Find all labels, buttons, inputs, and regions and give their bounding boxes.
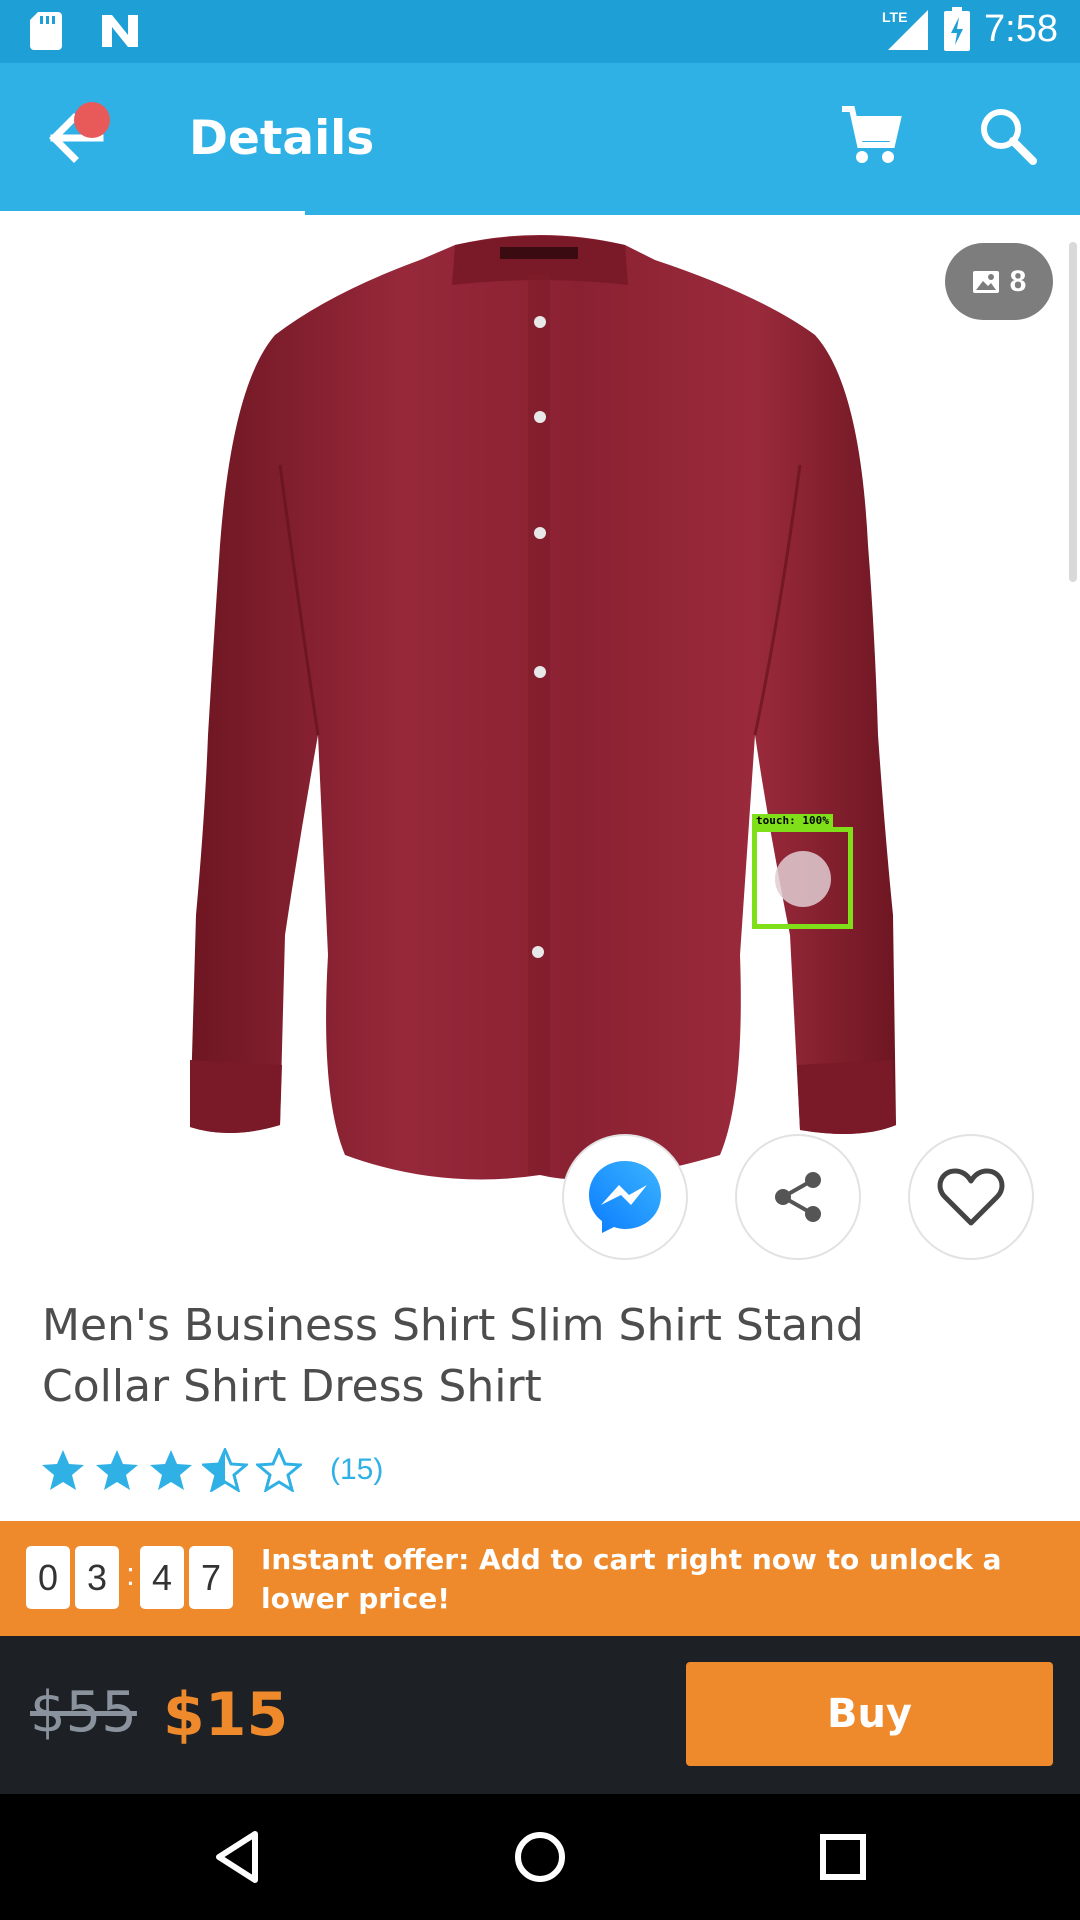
star-full-icon — [96, 1450, 138, 1490]
share-button[interactable] — [735, 1134, 861, 1260]
share-icon — [775, 1172, 821, 1222]
search-icon[interactable] — [975, 103, 1041, 169]
timer-digit: 0 — [26, 1546, 70, 1609]
product-image[interactable] — [0, 215, 1080, 1185]
image-count-badge[interactable]: 8 — [945, 243, 1053, 320]
product-title: Men's Business Shirt Slim Shirt Stand Co… — [42, 1300, 864, 1412]
heart-icon — [937, 1168, 1005, 1226]
timer-separator: : — [126, 1556, 135, 1592]
home-circle-icon[interactable] — [507, 1824, 573, 1890]
system-nav-bar — [0, 1794, 1080, 1920]
sd-card-icon — [30, 12, 62, 50]
timer-digit: 3 — [75, 1546, 119, 1609]
star-half-icon — [202, 1448, 248, 1492]
star-empty-icon — [256, 1448, 302, 1492]
messenger-button[interactable] — [562, 1134, 688, 1260]
wishlist-button[interactable] — [908, 1134, 1034, 1260]
image-count: 8 — [1009, 264, 1027, 298]
touch-indicator-dot — [775, 851, 831, 907]
image-icon — [972, 270, 999, 293]
shopping-cart-icon[interactable] — [838, 103, 904, 169]
notification-dot — [74, 102, 110, 138]
n-app-icon — [102, 15, 138, 47]
buy-button[interactable]: Buy — [686, 1662, 1053, 1766]
clock: 7:58 — [984, 7, 1058, 50]
timer-digit: 7 — [189, 1546, 233, 1609]
page-title: Details — [189, 111, 375, 166]
lte-signal-icon: LTE — [882, 9, 929, 50]
status-bar: LTE 7:58 — [0, 0, 1080, 63]
battery-charging-icon — [944, 7, 971, 51]
svg-text:LTE: LTE — [882, 9, 907, 25]
star-full-icon — [42, 1450, 84, 1490]
image-scrollbar[interactable] — [1069, 242, 1077, 582]
app-bar: Details — [0, 63, 1080, 213]
messenger-icon — [589, 1161, 661, 1233]
original-price: $55 — [30, 1680, 137, 1745]
star-full-icon — [150, 1450, 192, 1490]
back-triangle-icon[interactable] — [205, 1824, 271, 1890]
rating[interactable]: (15) — [40, 1448, 383, 1492]
touch-indicator-label: touch: 100% — [752, 814, 833, 828]
offer-text: Instant offer: Add to cart right now to … — [261, 1543, 1002, 1615]
recents-square-icon[interactable] — [810, 1824, 876, 1890]
rating-count[interactable]: (15) — [330, 1453, 383, 1487]
shirt-image — [190, 235, 896, 1180]
sale-price: $15 — [163, 1680, 289, 1750]
timer-digit: 4 — [140, 1546, 184, 1609]
